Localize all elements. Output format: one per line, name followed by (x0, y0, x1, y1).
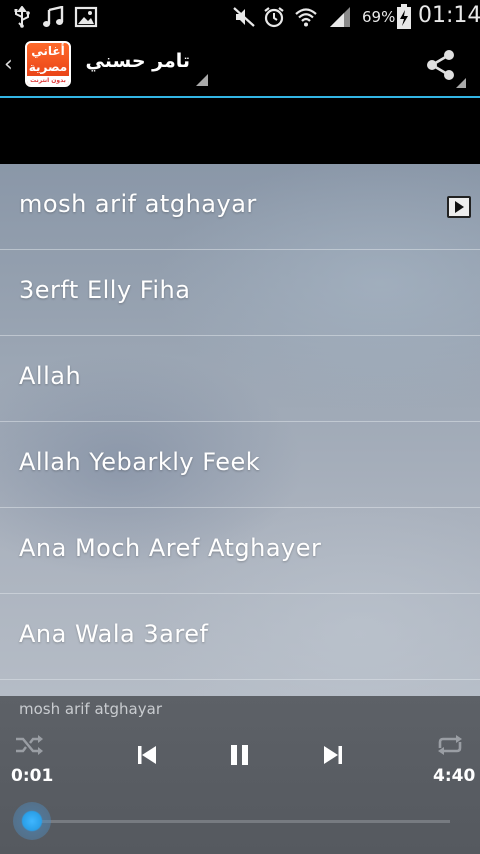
player-bar: mosh arif atghayar 0:01 4:40 (0, 696, 480, 854)
usb-icon (14, 6, 30, 28)
song-list: mosh arif atghayar 3erft Elly Fiha Allah… (0, 164, 480, 696)
wifi-icon (295, 8, 317, 27)
seek-thumb[interactable] (12, 802, 51, 840)
shuffle-icon[interactable] (14, 734, 44, 756)
battery-percent: 69% (362, 8, 396, 26)
share-menu-indicator-icon (456, 78, 466, 88)
dropdown-indicator-icon (196, 74, 208, 86)
song-title: Allah (19, 362, 82, 390)
song-title: 3erft Elly Fiha (19, 276, 191, 304)
action-bar (0, 34, 480, 96)
repeat-icon[interactable] (436, 734, 464, 756)
song-row[interactable]: mosh arif atghayar (0, 164, 480, 250)
now-playing-icon (447, 196, 471, 218)
app-logo-line3: بدون انترنت (27, 76, 69, 85)
image-icon (74, 6, 98, 28)
mute-icon (233, 7, 255, 27)
screen: 69% 01:14 ‹ أغاني مصرية بدون انترنت تامر… (0, 0, 480, 854)
elapsed-time: 0:01 (11, 766, 54, 786)
song-row[interactable]: 3erft Elly Fiha (0, 250, 480, 336)
back-chevron-icon[interactable]: ‹ (4, 52, 13, 78)
clock: 01:14 (418, 3, 480, 28)
song-title: Ana Wala 3aref (19, 620, 209, 648)
pause-icon[interactable] (228, 743, 252, 767)
alarm-icon (264, 7, 284, 28)
share-button[interactable] (420, 44, 468, 88)
app-logo-line2: مصرية (28, 60, 68, 74)
total-duration: 4:40 (433, 766, 476, 786)
song-row[interactable]: Allah (0, 336, 480, 422)
signal-icon (330, 7, 350, 27)
page-title[interactable]: تامر حسني (80, 50, 190, 72)
seek-bar[interactable] (30, 820, 450, 823)
song-title: Ana Moch Aref Atghayer (19, 534, 322, 562)
song-title: mosh arif atghayar (19, 190, 257, 218)
song-title: Allah Yebarkly Feek (19, 448, 261, 476)
next-icon[interactable] (322, 744, 344, 766)
song-row[interactable]: Allah Yebarkly Feek (0, 422, 480, 508)
song-row[interactable]: Ana Moch Aref Atghayer (0, 508, 480, 594)
status-bar: 69% 01:14 (0, 0, 480, 34)
now-playing-title: mosh arif atghayar (19, 700, 162, 718)
app-logo-line1: أغاني (31, 44, 65, 58)
song-row[interactable]: Ana Wala 3aref (0, 594, 480, 680)
share-icon (427, 50, 454, 80)
previous-icon[interactable] (136, 744, 158, 766)
music-note-icon (43, 6, 64, 27)
app-logo[interactable]: أغاني مصرية بدون انترنت (25, 41, 71, 87)
banner-area (0, 98, 480, 164)
battery-charging-icon (397, 4, 411, 29)
